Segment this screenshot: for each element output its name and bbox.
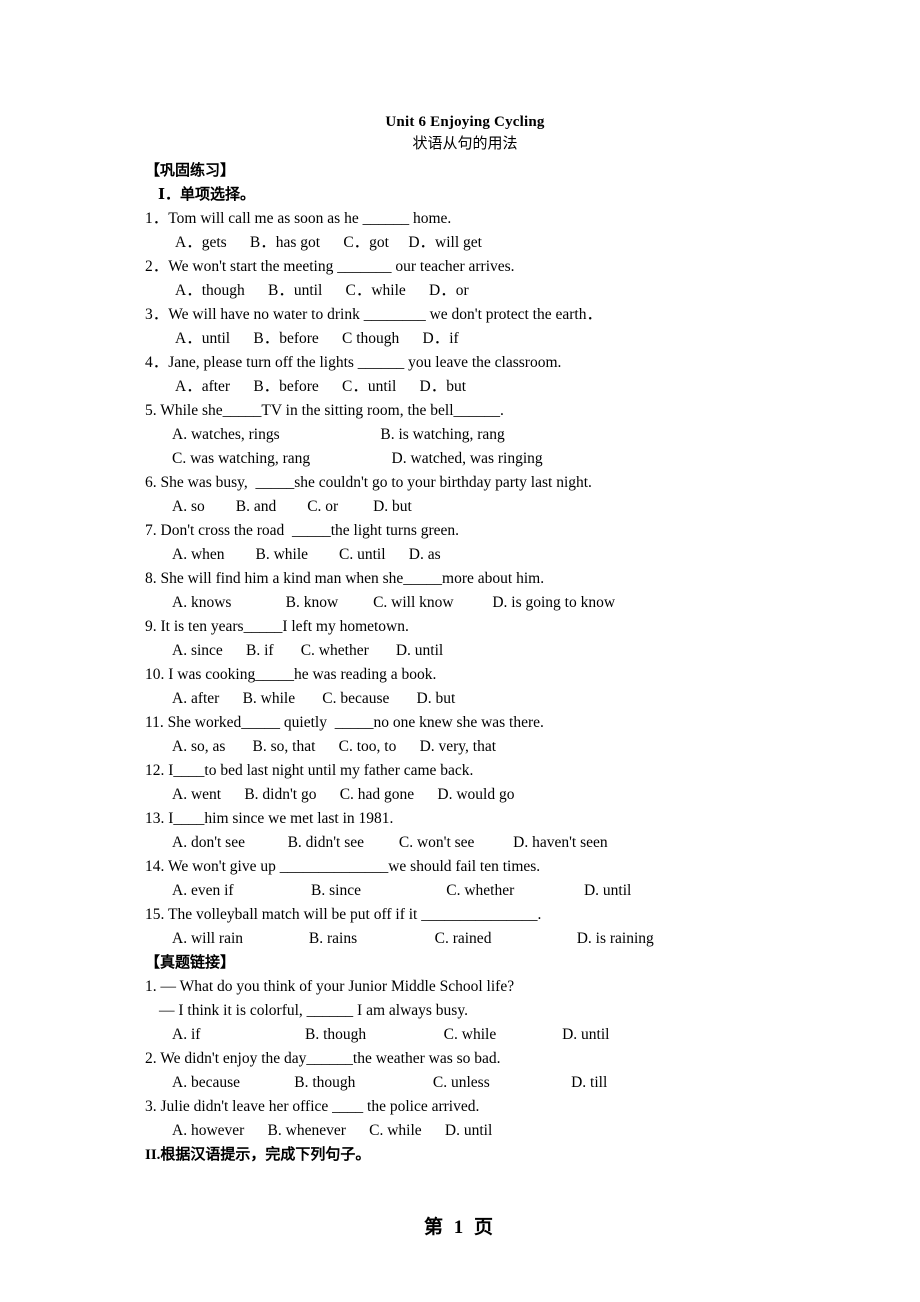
question-options: A. when B. while C. until D. as: [172, 546, 441, 563]
question-stem: 14. We won't give up ______________we sh…: [145, 858, 541, 875]
page-footer: 第 1 页: [423, 1217, 496, 1238]
question-stem: 9. It is ten years_____I left my hometow…: [145, 618, 409, 635]
question-stem: 2. We didn't enjoy the day______the weat…: [145, 1050, 501, 1067]
question-options-row-b: C. was watching, rang D. watched, was ri…: [172, 450, 543, 467]
question-stem-reply: — I think it is colorful, ______ I am al…: [159, 1002, 468, 1019]
question-stem: 5. While she_____TV in the sitting room,…: [145, 402, 504, 419]
question-options: A. so B. and C. or D. but: [172, 498, 412, 515]
question-options: A．though B．until C．while D．or: [175, 282, 469, 299]
question-options: A. if B. though C. while D. until: [172, 1026, 610, 1043]
section-header-practice: 【巩固练习】: [145, 163, 236, 179]
document-subtitle: 状语从句的用法: [412, 136, 518, 152]
question-stem: 12. I____to bed last night until my fath…: [145, 762, 474, 779]
question-options: A. because B. though C. unless D. till: [172, 1074, 608, 1091]
question-options: A．after B．before C．until D．but: [175, 378, 467, 395]
section-header-exam-link: 【真题链接】: [145, 955, 236, 971]
question-options: A. since B. if C. whether D. until: [172, 642, 444, 659]
question-stem: 1. — What do you think of your Junior Mi…: [145, 978, 515, 995]
question-stem: 3. Julie didn't leave her office ____ th…: [145, 1098, 480, 1115]
document-title: Unit 6 Enjoying Cycling: [385, 114, 545, 130]
section-header-translation: II.根据汉语提示，完成下列句子。: [145, 1147, 371, 1163]
question-options: A. after B. while C. because D. but: [172, 690, 456, 707]
question-stem: 3．We will have no water to drink _______…: [145, 306, 602, 323]
question-stem: 6. She was busy, _____she couldn't go to…: [145, 474, 592, 491]
question-options: A. went B. didn't go C. had gone D. woul…: [172, 786, 515, 803]
question-stem: 4．Jane, please turn off the lights _____…: [145, 354, 562, 371]
question-options: A．until B．before C though D．if: [175, 330, 459, 347]
question-options: A. will rain B. rains C. rained D. is ra…: [172, 930, 654, 947]
question-options: A. however B. whenever C. while D. until: [172, 1122, 493, 1139]
question-options: A．gets B．has got C．got D．will get: [175, 234, 482, 251]
question-options: A. don't see B. didn't see C. won't see …: [172, 834, 608, 851]
question-options: A. knows B. know C. will know D. is goin…: [172, 594, 616, 611]
question-options: A. so, as B. so, that C. too, to D. very…: [172, 738, 497, 755]
question-stem: 8. She will find him a kind man when she…: [145, 570, 545, 587]
document-content: Unit 6 Enjoying Cycling 状语从句的用法 【巩固练习】 Ⅰ…: [145, 112, 785, 1167]
question-options-row-a: A. watches, rings B. is watching, rang: [172, 426, 505, 443]
question-stem: 15. The volleyball match will be put off…: [145, 906, 542, 923]
question-stem: 7. Don't cross the road _____the light t…: [145, 522, 460, 539]
question-stem: 11. She worked_____ quietly _____no one …: [145, 714, 544, 731]
question-options: A. even if B. since C. whether D. until: [172, 882, 632, 899]
question-stem: 13. I____him since we met last in 1981.: [145, 810, 394, 827]
question-stem: 2．We won't start the meeting _______ our…: [145, 258, 515, 275]
question-stem: 10. I was cooking_____he was reading a b…: [145, 666, 437, 683]
section-subheader-multiple-choice: Ⅰ．单项选择。: [158, 187, 256, 203]
document-page: Unit 6 Enjoying Cycling 状语从句的用法 【巩固练习】 Ⅰ…: [0, 0, 920, 1302]
question-stem: 1．Tom will call me as soon as he ______ …: [145, 210, 452, 227]
